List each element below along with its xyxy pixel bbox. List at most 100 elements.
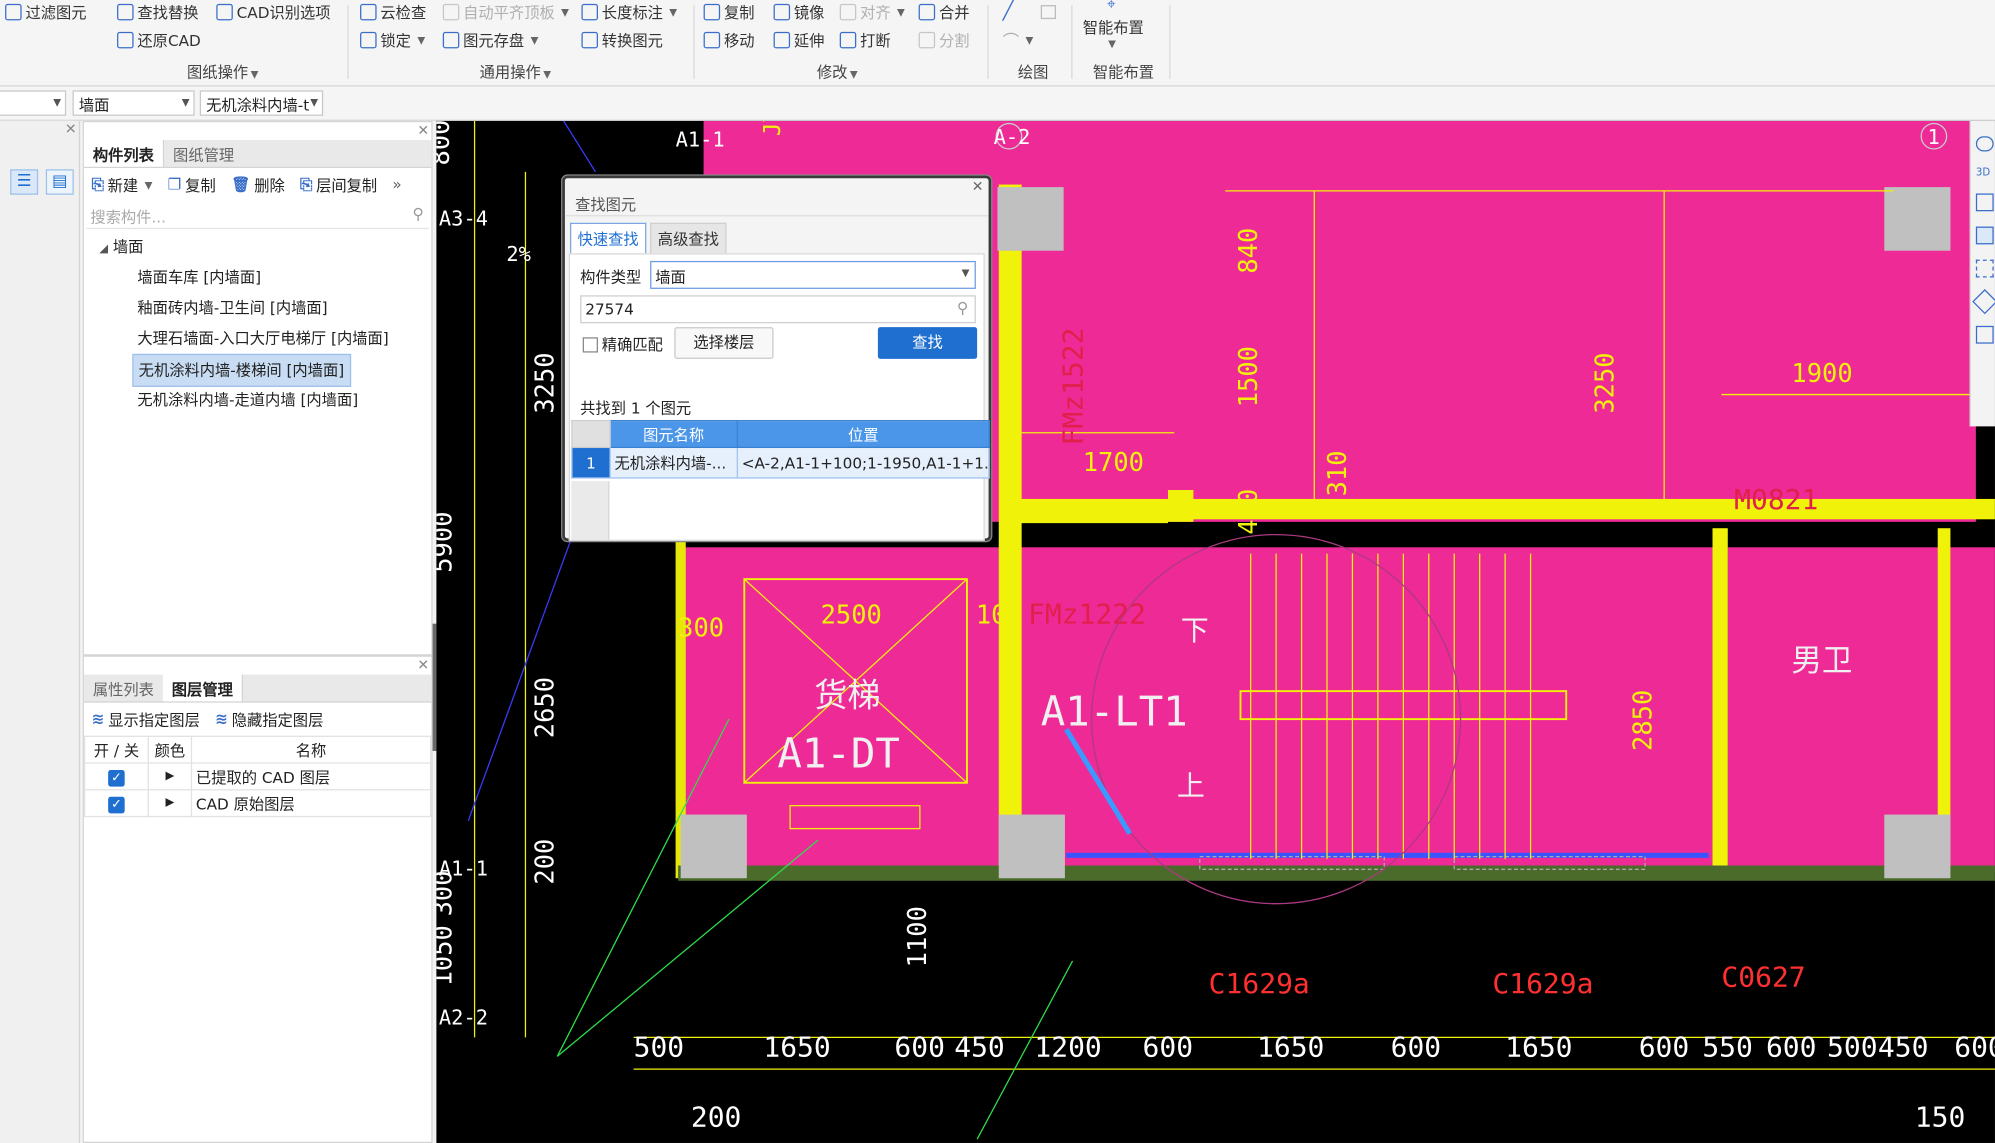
find-button[interactable]: 查找 [877,327,978,359]
exact-match-checkbox[interactable]: 精确匹配 [582,333,663,355]
floor-copy-button[interactable]: ⎘ 层间复制 [300,174,377,196]
find-replace-button[interactable]: 查找替换 [117,0,198,23]
new-icon: ⎘ [91,175,104,193]
mirror-button[interactable]: 镜像 [773,0,824,23]
dim-text: 1500 [1234,346,1264,407]
layer-toggle[interactable]: ✓ [83,762,149,791]
col-element-name: 图元名称 [609,420,738,449]
smart-layout-button[interactable]: 智能布置 [1083,15,1144,38]
element-save-button[interactable]: 图元存盘 ▼ [442,28,538,51]
dim-text: 600 [894,1030,945,1063]
left-toolbar-strip: ✕ ☰ ▤ [0,120,81,1143]
component-type-value: 墙面 [655,268,686,287]
type-select[interactable]: 墙面 ▼ [72,90,195,116]
expand-icon[interactable]: ▶ [147,762,193,791]
component-type-select[interactable]: 墙面 ▼ [650,260,976,289]
line-draw-button[interactable]: ╱ [1003,0,1014,23]
tab-advanced-find[interactable]: 高级查找 [650,222,727,254]
close-icon[interactable]: ✕ [417,122,429,139]
group-label-modify[interactable]: 修改 ▼ [817,61,858,83]
tree-item[interactable]: 墙面车库 [内墙面] [84,262,431,293]
tree-item-selected[interactable]: 无机涂料内墙-楼梯间 [内墙面] [84,353,431,387]
auto-flush-slab-button[interactable]: 自动平齐顶板 ▼ [442,0,569,23]
delete-button[interactable]: 🗑 删除 [231,174,285,196]
merge-button[interactable]: 合并 [918,0,970,23]
list-view-icon[interactable]: ☰ [10,169,39,195]
smart-layout-label: 智能布置 [1082,18,1144,37]
tree-item[interactable]: 无机涂料内墙-走道内墙 [内墙面] [84,384,431,415]
select-floor-button[interactable]: 选择楼层 [674,327,774,359]
stair-label: 下 [1181,614,1209,647]
checkbox-icon[interactable]: ✓ [108,796,125,813]
cad-options-button[interactable]: CAD识别选项 [216,0,331,23]
align-button[interactable]: 对齐 ▼ [839,0,905,23]
dim-text: 600 [1391,1030,1442,1063]
expand-icon[interactable]: ▶ [147,789,193,818]
rect-draw-button[interactable] [1040,0,1057,23]
select-box-icon[interactable] [1975,259,1994,278]
copy-icon: ❐ [167,175,182,194]
restore-cad-button[interactable]: 还原CAD [117,28,201,51]
cloud-check-button[interactable]: 云检查 [360,0,426,23]
component-search-input[interactable]: 搜索构件... ⚲ [86,204,429,230]
element-select[interactable]: 无机涂料内墙-t ▼ [199,90,324,116]
orbit-icon[interactable] [1975,136,1994,152]
length-dim-button[interactable]: 长度标注 ▼ [581,0,677,23]
divider [693,5,695,79]
close-icon[interactable]: ✕ [65,121,77,138]
cube-icon[interactable] [1972,289,1995,315]
view-box-icon[interactable] [1975,193,1994,212]
component-toolbar: ⎘ 新建 ▼ ❐ 复制 🗑 删除 ⎘ 层间复制 » [84,168,431,201]
tree-item[interactable]: 大理石墙面-入口大厅电梯厅 [内墙面] [84,323,431,354]
checkbox-icon[interactable] [582,336,598,352]
chevron-down-icon[interactable]: ▼ [1108,38,1116,49]
copy-component-button[interactable]: ❐ 复制 [168,174,216,196]
3d-view-icon[interactable]: 3D [1976,167,1995,178]
arc-draw-button[interactable]: ⌒ ▼ [1003,28,1034,51]
filter-elements-button[interactable]: 过滤图元 [5,0,87,23]
tab-layer-management[interactable]: 图层管理 [162,674,244,702]
checkbox-icon[interactable]: ✓ [108,769,125,786]
door-label: FMz1222 [1028,598,1146,631]
hide-layer-label: 隐藏指定图层 [231,710,324,729]
extend-button[interactable]: 延伸 [773,28,824,51]
convert-element-button[interactable]: 转换图元 [581,28,663,51]
close-icon[interactable]: ✕ [972,178,984,195]
column [680,814,747,879]
properties-icon[interactable] [1975,325,1994,344]
dim-text: 150 [1915,1100,1966,1133]
column [998,814,1065,879]
copy-component-label: 复制 [185,176,216,195]
tab-component-list[interactable]: 构件列表 [83,140,165,167]
tree-item[interactable]: 釉面砖内墙-卫生间 [内墙面] [84,293,431,324]
dim-text: 2850 [1628,690,1658,751]
layer-toggle[interactable]: ✓ [83,789,149,818]
copy-button[interactable]: 复制 [703,0,754,23]
show-layer-button[interactable]: ≋ 显示指定图层 [92,708,200,730]
lock-button[interactable]: 锁定 ▼ [360,28,425,51]
tab-property-list[interactable]: 属性列表 [84,675,163,702]
detail-view-icon[interactable]: ▤ [45,169,74,195]
new-button[interactable]: ⎘ 新建 ▼ [92,174,153,196]
group-label-drawing-ops[interactable]: 图纸操作 ▼ [187,61,258,83]
tab-drawing-management[interactable]: 图纸管理 [164,140,243,167]
floor-select[interactable]: ▼ [0,90,67,116]
break-button[interactable]: 打断 [839,28,891,51]
search-input[interactable]: 27574 ⚲ [580,295,976,324]
element-select-value: 无机涂料内墙-t [206,96,310,115]
col-position: 位置 [736,420,990,449]
more-icon[interactable]: » [392,176,401,194]
move-button[interactable]: 移动 [703,28,754,51]
tab-quick-find[interactable]: 快速查找 [569,222,647,254]
close-icon[interactable]: ✕ [417,657,429,674]
hide-layer-button[interactable]: ≋ 隐藏指定图层 [215,708,323,730]
floor-copy-label: 层间复制 [316,176,378,195]
tree-root-node[interactable]: ◢ 墙面 [84,232,431,263]
group-label-general-ops[interactable]: 通用操作 ▼ [480,61,551,83]
cad-options-icon [216,3,233,20]
component-panel-tabs: 构件列表 图纸管理 [83,140,432,169]
bottom-dimension-texts: 500 1650 600 450 1200 600 1650 600 1650 … [634,1030,1995,1133]
split-button[interactable]: 分割 [918,28,970,51]
layer-view-icon[interactable] [1975,226,1994,245]
table-row[interactable]: 1 无机涂料内墙-... <A-2,A1-1+100;1-1950,A1-1+1… [571,446,990,479]
